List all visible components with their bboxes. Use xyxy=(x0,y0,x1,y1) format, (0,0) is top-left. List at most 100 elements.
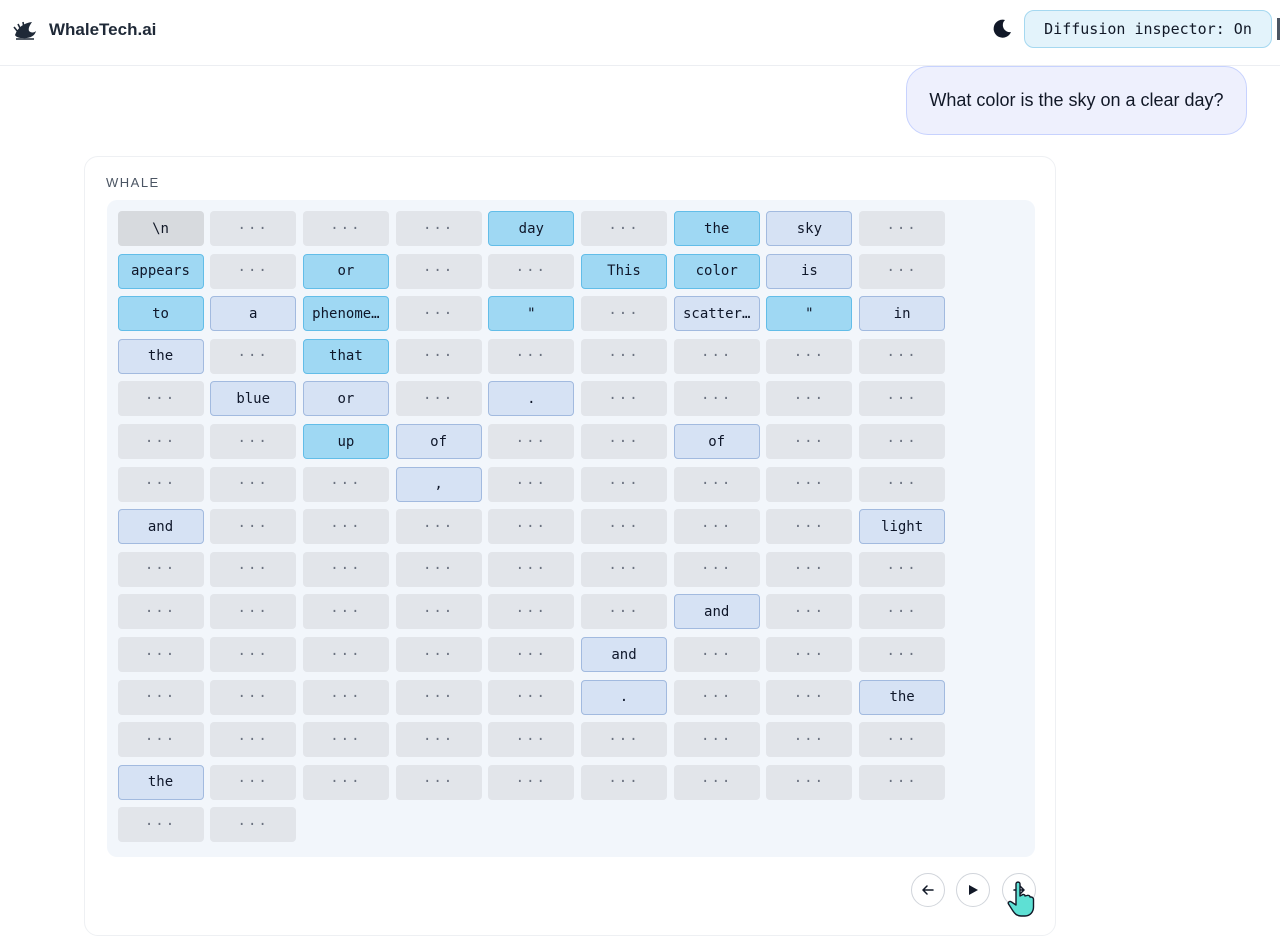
masked-token-cell[interactable]: ··· xyxy=(766,381,853,417)
masked-token-cell[interactable]: ··· xyxy=(581,594,667,630)
masked-token-cell[interactable]: ··· xyxy=(581,211,667,246)
masked-token-cell[interactable]: ··· xyxy=(302,594,389,630)
masked-token-cell[interactable]: ··· xyxy=(859,424,946,459)
masked-token-cell[interactable]: ··· xyxy=(210,679,297,715)
masked-token-cell[interactable]: ··· xyxy=(581,338,667,374)
token-cell[interactable]: is xyxy=(766,253,853,289)
masked-token-cell[interactable]: ··· xyxy=(395,722,482,758)
masked-token-cell[interactable]: ··· xyxy=(488,637,575,672)
masked-token-cell[interactable]: ··· xyxy=(488,722,575,758)
masked-token-cell[interactable]: ··· xyxy=(581,381,667,417)
masked-token-cell[interactable]: ··· xyxy=(302,551,389,587)
masked-token-cell[interactable]: ··· xyxy=(859,211,946,246)
masked-token-cell[interactable]: ··· xyxy=(488,509,575,545)
masked-token-cell[interactable]: ··· xyxy=(210,338,297,374)
token-cell[interactable]: " xyxy=(488,296,575,332)
masked-token-cell[interactable]: ··· xyxy=(210,466,297,502)
masked-token-cell[interactable]: ··· xyxy=(673,637,760,672)
token-cell[interactable]: light xyxy=(859,509,946,545)
masked-token-cell[interactable]: ··· xyxy=(673,679,760,715)
token-cell[interactable]: that xyxy=(302,338,389,374)
masked-token-cell[interactable]: ··· xyxy=(395,764,482,800)
masked-token-cell[interactable]: ··· xyxy=(766,424,853,459)
masked-token-cell[interactable]: ··· xyxy=(210,211,297,246)
masked-token-cell[interactable]: ··· xyxy=(117,722,204,758)
masked-token-cell[interactable]: ··· xyxy=(302,679,389,715)
token-cell[interactable]: phenome… xyxy=(302,296,389,332)
token-cell[interactable]: day xyxy=(488,211,575,246)
masked-token-cell[interactable]: ··· xyxy=(395,679,482,715)
masked-token-cell[interactable]: ··· xyxy=(859,338,946,374)
masked-token-cell[interactable]: ··· xyxy=(302,637,389,672)
masked-token-cell[interactable]: ··· xyxy=(488,594,575,630)
token-cell[interactable]: . xyxy=(488,381,575,417)
masked-token-cell[interactable]: ··· xyxy=(581,551,667,587)
masked-token-cell[interactable]: ··· xyxy=(210,253,297,289)
masked-token-cell[interactable]: ··· xyxy=(210,637,297,672)
masked-token-cell[interactable]: ··· xyxy=(766,637,853,672)
masked-token-cell[interactable]: ··· xyxy=(859,594,946,630)
token-cell[interactable]: This xyxy=(581,253,667,289)
token-cell[interactable]: in xyxy=(859,296,946,332)
token-cell[interactable]: to xyxy=(117,296,204,332)
token-cell[interactable]: . xyxy=(581,679,667,715)
step-back-button[interactable] xyxy=(911,873,945,907)
masked-token-cell[interactable]: ··· xyxy=(488,253,575,289)
masked-token-cell[interactable]: ··· xyxy=(766,679,853,715)
masked-token-cell[interactable]: ··· xyxy=(766,764,853,800)
masked-token-cell[interactable]: ··· xyxy=(673,338,760,374)
token-cell[interactable]: blue xyxy=(210,381,297,417)
masked-token-cell[interactable]: ··· xyxy=(395,551,482,587)
masked-token-cell[interactable]: ··· xyxy=(581,509,667,545)
masked-token-cell[interactable]: ··· xyxy=(488,338,575,374)
token-cell[interactable]: appears xyxy=(117,253,204,289)
token-cell[interactable]: or xyxy=(302,381,389,417)
masked-token-cell[interactable]: ··· xyxy=(581,722,667,758)
masked-token-cell[interactable]: ··· xyxy=(766,509,853,545)
play-button[interactable] xyxy=(956,873,990,907)
token-cell[interactable]: the xyxy=(117,338,204,374)
masked-token-cell[interactable]: ··· xyxy=(673,551,760,587)
token-cell[interactable]: the xyxy=(673,211,760,246)
masked-token-cell[interactable]: ··· xyxy=(859,722,946,758)
token-cell[interactable]: of xyxy=(673,424,760,459)
token-cell[interactable]: of xyxy=(395,424,482,459)
masked-token-cell[interactable]: ··· xyxy=(395,211,482,246)
masked-token-cell[interactable]: ··· xyxy=(210,807,297,843)
masked-token-cell[interactable]: ··· xyxy=(488,551,575,587)
token-cell[interactable]: \n xyxy=(117,211,204,246)
masked-token-cell[interactable]: ··· xyxy=(766,466,853,502)
whale-logo-icon[interactable] xyxy=(12,17,38,43)
masked-token-cell[interactable]: ··· xyxy=(395,338,482,374)
masked-token-cell[interactable]: ··· xyxy=(766,594,853,630)
masked-token-cell[interactable]: ··· xyxy=(210,722,297,758)
token-cell[interactable]: or xyxy=(302,253,389,289)
token-cell[interactable]: the xyxy=(117,764,204,800)
masked-token-cell[interactable]: ··· xyxy=(581,296,667,332)
masked-token-cell[interactable]: ··· xyxy=(488,424,575,459)
masked-token-cell[interactable]: ··· xyxy=(302,764,389,800)
token-cell[interactable]: sky xyxy=(766,211,853,246)
token-cell[interactable]: , xyxy=(395,466,482,502)
masked-token-cell[interactable]: ··· xyxy=(673,466,760,502)
masked-token-cell[interactable]: ··· xyxy=(117,637,204,672)
masked-token-cell[interactable]: ··· xyxy=(488,679,575,715)
brand-name[interactable]: WhaleTech.ai xyxy=(49,20,156,40)
token-cell[interactable]: scatter… xyxy=(673,296,760,332)
masked-token-cell[interactable]: ··· xyxy=(673,509,760,545)
moon-icon[interactable] xyxy=(990,17,1014,41)
masked-token-cell[interactable]: ··· xyxy=(395,253,482,289)
masked-token-cell[interactable]: ··· xyxy=(859,551,946,587)
masked-token-cell[interactable]: ··· xyxy=(117,594,204,630)
masked-token-cell[interactable]: ··· xyxy=(859,466,946,502)
masked-token-cell[interactable]: ··· xyxy=(859,253,946,289)
masked-token-cell[interactable]: ··· xyxy=(117,679,204,715)
masked-token-cell[interactable]: ··· xyxy=(673,722,760,758)
masked-token-cell[interactable]: ··· xyxy=(488,764,575,800)
token-cell[interactable]: a xyxy=(210,296,297,332)
masked-token-cell[interactable]: ··· xyxy=(395,381,482,417)
masked-token-cell[interactable]: ··· xyxy=(117,424,204,459)
masked-token-cell[interactable]: ··· xyxy=(302,509,389,545)
masked-token-cell[interactable]: ··· xyxy=(302,466,389,502)
masked-token-cell[interactable]: ··· xyxy=(673,381,760,417)
